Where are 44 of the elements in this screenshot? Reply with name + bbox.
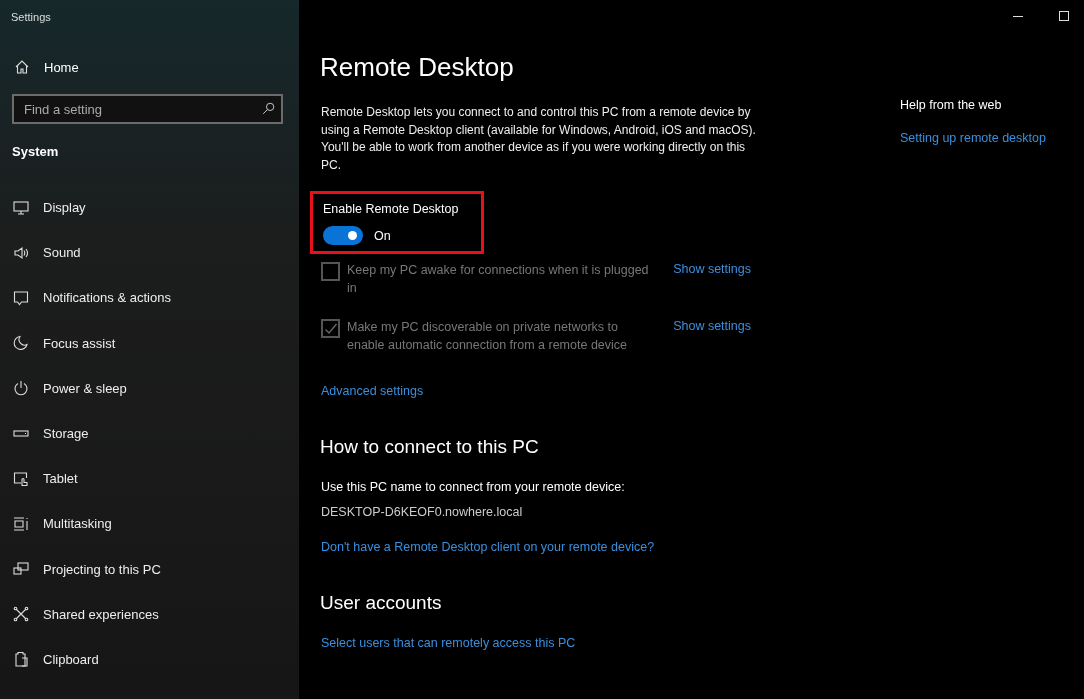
page-title: Remote Desktop [320,52,514,83]
sidebar-item[interactable]: Focus assist [0,320,299,366]
power-icon [13,380,29,397]
clipboard-icon [13,651,29,668]
sidebar-item[interactable]: Notifications & actions [0,275,299,321]
projection-icon [13,561,29,578]
client-link[interactable]: Don't have a Remote Desktop client on your remote device? [321,540,655,554]
sidebar-item[interactable]: Power & sleep [0,365,299,411]
toggle-state-text: On [374,228,391,243]
speech-bubble-icon [13,289,29,306]
window-title: Settings [10,10,52,23]
sidebar-item[interactable]: Multitasking [0,501,299,547]
network-nodes-icon [13,606,29,623]
sidebar-item[interactable]: Projecting to this PC [0,546,299,592]
pc-name-text: DESKTOP-D6KEOF0.nowhere.local [321,505,523,519]
search-icon [262,102,275,115]
advanced-settings-link[interactable]: Advanced settings [321,384,424,398]
section-heading: User accounts [320,592,442,614]
sidebar-item[interactable]: Display [0,185,299,231]
section-heading: How to connect to this PC [320,436,539,458]
sidebar-item[interactable]: Tablet [0,456,299,502]
search-field[interactable]: Find a setting [12,94,283,124]
checkbox-label: Make my PC discoverable on private networks to enable automatic connection from a remote device [347,319,629,354]
instruction-text: Use this PC name to connect from your remote device: [321,480,625,494]
help-heading: Help from the web [900,98,1002,112]
help-link[interactable]: Setting up remote desktop [900,131,1046,145]
monitor-icon [13,199,29,216]
multitasking-icon [13,515,29,532]
sidebar-item[interactable]: Clipboard [0,636,299,683]
speaker-icon [13,244,29,261]
select-users-link[interactable]: Select users that can remotely access this PC [321,636,576,650]
sidebar-item[interactable]: Storage [0,410,299,457]
maximize-button[interactable] [1058,10,1070,22]
sidebar-item[interactable]: Sound [0,230,299,276]
tablet-icon [13,470,29,487]
house-icon [14,59,30,75]
checkbox-label: Keep my PC awake for connections when it is plugged in [347,262,650,297]
moon-icon [13,335,29,352]
sidebar-item[interactable]: Shared experiences [0,591,299,637]
toggle-label: Enable Remote Desktop [323,202,459,216]
toggle-switch[interactable] [323,226,363,245]
section-heading: System [12,144,60,159]
home-link[interactable]: Home [14,59,79,75]
description-text: Remote Desktop lets you connect to and control this PC from a remote device by using a Remote Desktop client (available for Windows, Android, iOS and macOS). You'll be able to work from another device as if you were working directly on this PC. [321,104,757,174]
